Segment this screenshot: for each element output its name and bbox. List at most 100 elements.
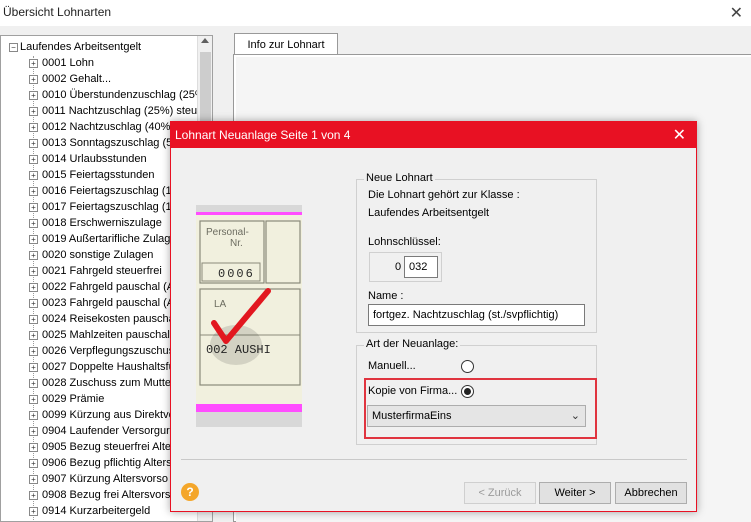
tree-item-label: 0002 Gehalt... xyxy=(42,73,112,85)
tree-item-label: 0023 Fahrgeld pauschal (A xyxy=(42,297,175,309)
tree-item[interactable]: +0002 Gehalt... xyxy=(29,71,199,87)
expand-icon[interactable]: + xyxy=(29,74,38,84)
expand-icon[interactable]: + xyxy=(29,170,38,180)
name-label: Name : xyxy=(368,290,404,302)
tree-root-node[interactable]: − Laufendes Arbeitsentgelt xyxy=(9,39,141,55)
back-button[interactable]: < Zurück xyxy=(464,482,536,504)
class-value: Laufendes Arbeitsentgelt xyxy=(368,207,490,219)
expand-icon[interactable]: + xyxy=(29,154,38,164)
group-creation-type-label: Art der Neuanlage: xyxy=(364,338,461,350)
expand-icon[interactable]: + xyxy=(29,122,38,132)
expand-icon[interactable]: + xyxy=(29,298,38,308)
tree-item[interactable]: +0010 Überstundenzuschlag (25% xyxy=(29,87,199,103)
expand-icon[interactable]: + xyxy=(29,506,38,516)
tree-item-label: 0018 Erschwerniszulage xyxy=(42,217,162,229)
copy-radio[interactable] xyxy=(461,385,474,398)
illustration-band xyxy=(196,404,302,412)
key-box: 0 032 xyxy=(369,252,442,282)
expand-icon[interactable]: + xyxy=(29,314,38,324)
tree-item-label: 0012 Nachtzuschlag (40%) s xyxy=(42,121,183,133)
tree-item-label: 0001 Lohn xyxy=(42,57,94,69)
tree-item-label: 0013 Sonntagszuschlag (5 xyxy=(42,137,173,149)
tree-item-label: 0015 Feiertagsstunden xyxy=(42,169,155,181)
tree-item-label: 0905 Bezug steuerfrei Alte xyxy=(42,441,172,453)
illustration-value-personal: 0006 xyxy=(218,267,255,281)
tree-item-label: 0024 Reisekosten pauscha xyxy=(42,313,175,325)
expand-icon[interactable]: + xyxy=(29,394,38,404)
key-label: Lohnschlüssel: xyxy=(368,236,441,248)
chevron-down-icon: ⌄ xyxy=(570,410,580,422)
illustration-label-la: LA xyxy=(214,299,227,310)
tree-item-label: 0016 Feiertagszuschlag (1 xyxy=(42,185,172,197)
manual-radio[interactable] xyxy=(461,360,474,373)
expand-icon[interactable]: + xyxy=(29,106,38,116)
tree-item-label: 0029 Prämie xyxy=(42,393,105,405)
illustration-label-personal: Personal- xyxy=(206,227,249,238)
scroll-up-icon[interactable] xyxy=(201,38,209,43)
tree-item[interactable]: +0001 Lohn xyxy=(29,55,199,71)
expand-icon[interactable]: + xyxy=(29,218,38,228)
tree-item[interactable]: +0011 Nachtzuschlag (25%) steu xyxy=(29,103,199,119)
expand-icon[interactable]: + xyxy=(29,186,38,196)
tree-item-label: 0021 Fahrgeld steuerfrei xyxy=(42,265,162,277)
tree-item-label: 0904 Laufender Versorgur xyxy=(42,425,170,437)
illustration-label-nr: Nr. xyxy=(230,238,243,249)
expand-icon[interactable]: + xyxy=(29,426,38,436)
company-select[interactable]: MusterfirmaEins ⌄ xyxy=(367,405,586,427)
tree-item-label: 0017 Feiertagszuschlag (1 xyxy=(42,201,172,213)
tree-item-label: 0914 Kurzarbeitergeld xyxy=(42,505,151,517)
tree-item-label: 0010 Überstundenzuschlag (25% xyxy=(42,89,199,101)
payslip-illustration: Personal- Nr. 0006 LA 002 AUSHI xyxy=(196,205,302,427)
tree-item-label: 0028 Zuschuss zum Mutter xyxy=(42,377,175,389)
manual-label: Manuell... xyxy=(368,360,416,372)
collapse-icon[interactable]: − xyxy=(9,42,18,52)
expand-icon[interactable]: + xyxy=(29,474,38,484)
new-wage-type-dialog: Lohnart Neuanlage Seite 1 von 4 ✕ Person… xyxy=(170,121,697,512)
tree-item-label: 0907 Kürzung Altersvorso xyxy=(42,473,168,485)
tree-item-label: 0908 Bezug frei Altersvors xyxy=(42,489,171,501)
dialog-titlebar: Lohnart Neuanlage Seite 1 von 4 ✕ xyxy=(171,122,696,148)
tree-item-label: 0020 sonstige Zulagen xyxy=(42,249,154,261)
expand-icon[interactable]: + xyxy=(29,458,38,468)
tree-item-label: 0022 Fahrgeld pauschal (A xyxy=(42,281,175,293)
tree-item-label: 0019 Außertarifliche Zulag xyxy=(42,233,171,245)
expand-icon[interactable]: + xyxy=(29,234,38,244)
expand-icon[interactable]: + xyxy=(29,442,38,452)
tree-item-label: 0014 Urlaubsstunden xyxy=(42,153,147,165)
tree-item-label: 0025 Mahlzeiten pauschal xyxy=(42,329,170,341)
key-input[interactable]: 032 xyxy=(404,256,438,278)
window-titlebar: Übersicht Lohnarten ✕ xyxy=(0,0,751,26)
group-new-wage-type-label: Neue Lohnart xyxy=(364,172,435,184)
expand-icon[interactable]: + xyxy=(29,250,38,260)
expand-icon[interactable]: + xyxy=(29,58,38,68)
tree-item-label: 0906 Bezug pflichtig Alters xyxy=(42,457,172,469)
tree-item-label: 0011 Nachtzuschlag (25%) steu xyxy=(42,105,198,117)
help-icon[interactable]: ? xyxy=(181,483,199,501)
illustration-paper: Personal- Nr. 0006 LA 002 AUSHI xyxy=(196,212,302,412)
dialog-close-icon[interactable]: ✕ xyxy=(673,125,686,145)
expand-icon[interactable]: + xyxy=(29,138,38,148)
button-separator xyxy=(181,459,687,460)
name-input[interactable]: fortgez. Nachtzuschlag (st./svpflichtig) xyxy=(368,304,585,326)
class-text: Die Lohnart gehört zur Klasse : xyxy=(368,189,520,201)
expand-icon[interactable]: + xyxy=(29,346,38,356)
key-prefix: 0 xyxy=(395,261,402,273)
expand-icon[interactable]: + xyxy=(29,202,38,212)
tree-item-label: 0026 Verpflegungszuschus xyxy=(42,345,175,357)
cancel-button[interactable]: Abbrechen xyxy=(615,482,687,504)
tree-root-label: Laufendes Arbeitsentgelt xyxy=(20,41,142,53)
expand-icon[interactable]: + xyxy=(29,362,38,372)
tree-item-label: 0099 Kürzung aus Direktve xyxy=(42,409,175,421)
expand-icon[interactable]: + xyxy=(29,266,38,276)
next-button[interactable]: Weiter > xyxy=(539,482,611,504)
expand-icon[interactable]: + xyxy=(29,410,38,420)
expand-icon[interactable]: + xyxy=(29,90,38,100)
tab-info-lohnart[interactable]: Info zur Lohnart xyxy=(234,33,338,55)
expand-icon[interactable]: + xyxy=(29,378,38,388)
expand-icon[interactable]: + xyxy=(29,490,38,500)
window-close-icon[interactable]: ✕ xyxy=(730,3,743,23)
expand-icon[interactable]: + xyxy=(29,330,38,340)
tree-item-label: 0027 Doppelte Haushaltsfü xyxy=(42,361,175,373)
expand-icon[interactable]: + xyxy=(29,282,38,292)
copy-label: Kopie von Firma... xyxy=(368,385,458,397)
